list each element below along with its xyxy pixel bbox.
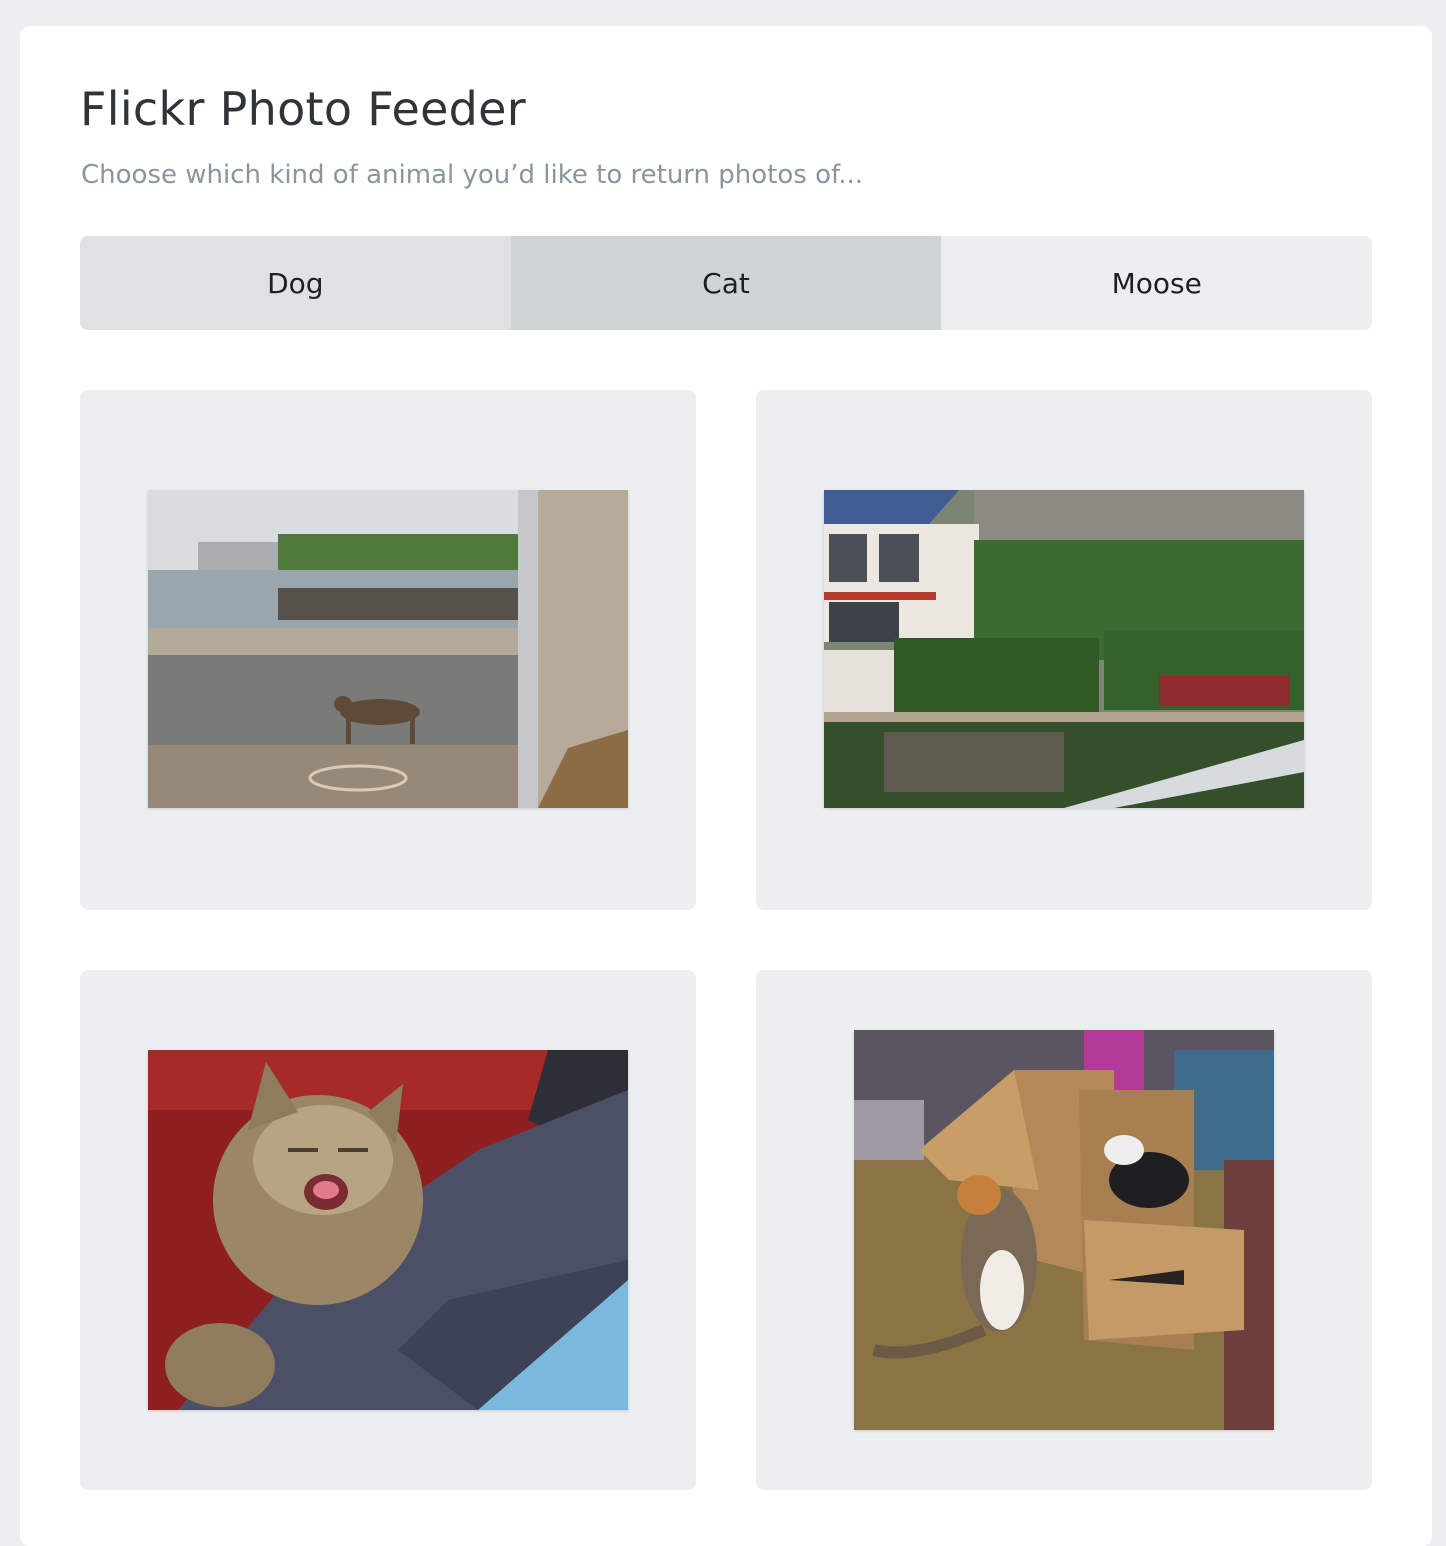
photo-tile xyxy=(756,970,1372,1490)
main-card: Flickr Photo Feeder Choose which kind of… xyxy=(20,26,1432,1546)
photo-tile xyxy=(80,970,696,1490)
photo-tile xyxy=(756,390,1372,910)
tab-cat[interactable]: Cat xyxy=(510,236,942,330)
photo-image[interactable] xyxy=(148,1050,628,1410)
page-subtitle: Choose which kind of animal you’d like t… xyxy=(81,160,864,190)
page-title: Flickr Photo Feeder xyxy=(80,82,526,136)
photo-image[interactable] xyxy=(854,1030,1274,1430)
photo-image[interactable] xyxy=(148,490,628,808)
harbour-cat-image xyxy=(148,490,628,808)
tab-dog[interactable]: Dog xyxy=(80,236,511,330)
animal-tabs: Dog Cat Moose xyxy=(80,236,1372,330)
yawning-cat-image xyxy=(148,1050,628,1410)
photo-tile xyxy=(80,390,696,910)
photo-image[interactable] xyxy=(824,490,1304,808)
tab-moose[interactable]: Moose xyxy=(941,236,1372,330)
cats-boxes-image xyxy=(854,1030,1274,1430)
hillside-houses-image xyxy=(824,490,1304,808)
